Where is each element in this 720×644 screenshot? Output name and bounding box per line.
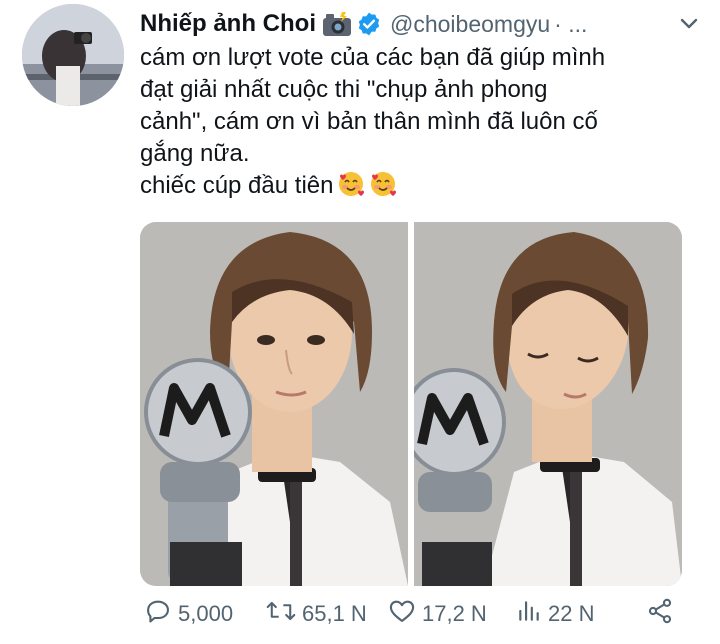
share-button[interactable] — [646, 597, 674, 631]
views-count: 22 N — [548, 601, 595, 626]
tweet-text-line: cảnh", cám ơn vì bản thân mình đã luôn c… — [140, 108, 598, 135]
avatar[interactable] — [22, 4, 124, 106]
tweet-header: Nhiếp ảnh Choi @choibeomgyu · ... — [140, 8, 700, 40]
tweet-text-line: gắng nữa. — [140, 140, 250, 167]
tweet-text-line: đạt giải nhất cuộc thi "chụp ảnh phong — [140, 76, 548, 103]
like-count: 17,2 N — [422, 601, 487, 626]
tweet-text-line-with-emoji: chiếc cúp đầu tiên — [140, 170, 700, 207]
share-icon — [646, 597, 674, 631]
views-button[interactable]: 22 N — [516, 597, 646, 631]
heart-icon — [388, 597, 416, 631]
tweet-photo-2[interactable] — [414, 222, 682, 586]
retweet-button[interactable]: 65,1 N — [266, 597, 388, 631]
user-handle[interactable]: @choibeomgyu — [390, 11, 550, 38]
smiling-face-with-hearts-icon — [369, 170, 397, 207]
timestamp-separator: · ... — [554, 10, 588, 37]
tweet-actions: 5,000 65,1 N 17,2 N 22 N — [144, 596, 674, 632]
avatar-photo — [22, 4, 124, 106]
like-button[interactable]: 17,2 N — [388, 597, 516, 631]
verified-badge-icon — [356, 11, 382, 37]
tweet-text-line: cám ơn lượt vote của các bạn đã giúp mìn… — [140, 44, 606, 71]
reply-count: 5,000 — [178, 601, 234, 626]
tweet-media — [140, 222, 682, 586]
smiling-face-with-hearts-icon — [337, 170, 365, 207]
tweet-text: cám ơn lượt vote của các bạn đã giúp mìn… — [140, 42, 700, 207]
reply-button[interactable]: 5,000 — [144, 597, 266, 631]
display-name[interactable]: Nhiếp ảnh Choi — [140, 10, 316, 38]
camera-flash-icon — [322, 11, 352, 37]
tweet-text-line: chiếc cúp đầu tiên — [140, 172, 334, 199]
retweet-icon — [266, 597, 296, 631]
retweet-count: 65,1 N — [302, 601, 367, 626]
views-icon — [516, 597, 542, 631]
reply-icon — [144, 597, 172, 631]
chevron-down-icon[interactable] — [678, 12, 700, 34]
tweet-photo-1[interactable] — [140, 222, 408, 586]
